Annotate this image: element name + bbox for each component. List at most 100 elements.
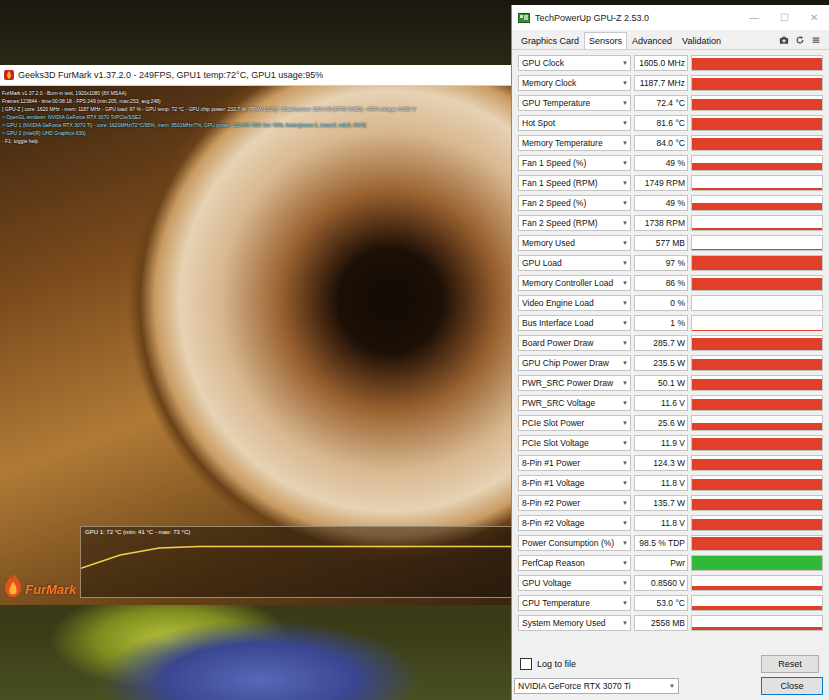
device-dropdown[interactable]: NVIDIA GeForce RTX 3070 Ti ▼ — [514, 678, 679, 694]
camera-icon[interactable] — [779, 35, 789, 45]
sensor-label[interactable]: Hot Spot ▼ — [518, 115, 631, 131]
sensor-label[interactable]: GPU Temperature ▼ — [518, 95, 631, 111]
reset-button[interactable]: Reset — [761, 655, 819, 673]
dropdown-arrow-icon[interactable]: ▼ — [620, 420, 630, 426]
dropdown-arrow-icon[interactable]: ▼ — [620, 620, 630, 626]
gpuz-window[interactable]: TechPowerUp GPU-Z 2.53.0 —☐✕ Graphics Ca… — [511, 5, 829, 700]
sensor-label[interactable]: PerfCap Reason ▼ — [518, 555, 631, 571]
sensor-label[interactable]: CPU Temperature ▼ — [518, 595, 631, 611]
sensor-label[interactable]: Video Engine Load ▼ — [518, 295, 631, 311]
sensor-graph-fill — [692, 399, 822, 410]
menu-icon[interactable] — [811, 35, 821, 45]
sensor-label[interactable]: 8-Pin #2 Voltage ▼ — [518, 515, 631, 531]
sensor-value: 97 % — [634, 255, 688, 271]
sensor-label[interactable]: 8-Pin #1 Voltage ▼ — [518, 475, 631, 491]
dropdown-arrow-icon[interactable]: ▼ — [620, 160, 630, 166]
sensor-label[interactable]: Bus Interface Load ▼ — [518, 315, 631, 331]
sensor-graph-fill — [692, 228, 822, 230]
dropdown-arrow-icon[interactable]: ▼ — [620, 520, 630, 526]
title-bar[interactable]: TechPowerUp GPU-Z 2.53.0 —☐✕ — [512, 5, 829, 30]
dropdown-arrow-icon[interactable]: ▼ — [666, 683, 678, 689]
dropdown-arrow-icon[interactable]: ▼ — [620, 240, 630, 246]
sensor-graph-fill — [692, 330, 822, 331]
sensor-label[interactable]: PCIe Slot Power ▼ — [518, 415, 631, 431]
tab[interactable]: Graphics Card — [516, 32, 584, 49]
dropdown-arrow-icon[interactable]: ▼ — [620, 460, 630, 466]
sensor-label[interactable]: Memory Temperature ▼ — [518, 135, 631, 151]
dropdown-arrow-icon[interactable]: ▼ — [620, 200, 630, 206]
furmark-window[interactable]: Geeks3D FurMark v1.37.2.0 - 249FPS, GPU1… — [0, 65, 512, 605]
window-control-button[interactable]: — — [739, 12, 769, 23]
dropdown-arrow-icon[interactable]: ▼ — [620, 80, 630, 86]
dropdown-arrow-icon[interactable]: ▼ — [620, 580, 630, 586]
sensor-row: 8-Pin #2 Power ▼ 135.7 W — [518, 493, 823, 513]
window-control-button[interactable]: ☐ — [769, 12, 799, 23]
sensor-label[interactable]: GPU Clock ▼ — [518, 55, 631, 71]
log-to-file-checkbox[interactable]: Log to file — [520, 658, 576, 670]
sensor-label[interactable]: PWR_SRC Power Draw ▼ — [518, 375, 631, 391]
sensor-label[interactable]: Memory Controller Load ▼ — [518, 275, 631, 291]
sensor-label[interactable]: Fan 2 Speed (%) ▼ — [518, 195, 631, 211]
dropdown-arrow-icon[interactable]: ▼ — [620, 140, 630, 146]
sensor-label[interactable]: GPU Load ▼ — [518, 255, 631, 271]
tab[interactable]: Validation — [677, 32, 726, 49]
sensor-label[interactable]: Memory Used ▼ — [518, 235, 631, 251]
sensor-row: GPU Temperature ▼ 72.4 °C — [518, 93, 823, 113]
sensor-label[interactable]: Fan 1 Speed (RPM) ▼ — [518, 175, 631, 191]
dropdown-arrow-icon[interactable]: ▼ — [620, 380, 630, 386]
dropdown-arrow-icon[interactable]: ▼ — [620, 180, 630, 186]
sensor-graph — [691, 415, 823, 431]
sensor-row: GPU Load ▼ 97 % — [518, 253, 823, 273]
dropdown-arrow-icon[interactable]: ▼ — [620, 120, 630, 126]
dropdown-arrow-icon[interactable]: ▼ — [620, 100, 630, 106]
dropdown-arrow-icon[interactable]: ▼ — [620, 540, 630, 546]
dropdown-arrow-icon[interactable]: ▼ — [620, 480, 630, 486]
dropdown-arrow-icon[interactable]: ▼ — [620, 220, 630, 226]
sensor-label[interactable]: Power Consumption (%) ▼ — [518, 535, 631, 551]
dropdown-arrow-icon[interactable]: ▼ — [620, 280, 630, 286]
checkbox-box[interactable] — [520, 658, 532, 670]
sensor-label[interactable]: PWR_SRC Voltage ▼ — [518, 395, 631, 411]
sensor-graph — [691, 375, 823, 391]
graph-line — [81, 527, 511, 597]
tab-bar: Graphics CardSensorsAdvancedValidation — [512, 30, 829, 50]
sensor-label[interactable]: System Memory Used ▼ — [518, 615, 631, 631]
dropdown-arrow-icon[interactable]: ▼ — [620, 560, 630, 566]
sensor-label[interactable]: Fan 1 Speed (%) ▼ — [518, 155, 631, 171]
sensor-label[interactable]: GPU Chip Power Draw ▼ — [518, 355, 631, 371]
sensor-label[interactable]: 8-Pin #2 Power ▼ — [518, 495, 631, 511]
sensor-value: 49 % — [634, 195, 688, 211]
tab[interactable]: Advanced — [627, 32, 677, 49]
sensor-label[interactable]: Board Power Draw ▼ — [518, 335, 631, 351]
sensor-label[interactable]: Memory Clock ▼ — [518, 75, 631, 91]
title-bar[interactable]: Geeks3D FurMark v1.37.2.0 - 249FPS, GPU1… — [0, 65, 512, 86]
sensor-label[interactable]: PCIe Slot Voltage ▼ — [518, 435, 631, 451]
dropdown-arrow-icon[interactable]: ▼ — [620, 320, 630, 326]
dropdown-arrow-icon[interactable]: ▼ — [620, 340, 630, 346]
sensor-value: 2558 MB — [634, 615, 688, 631]
sensor-label[interactable]: 8-Pin #1 Power ▼ — [518, 455, 631, 471]
dropdown-arrow-icon[interactable]: ▼ — [620, 360, 630, 366]
osd-line: - F1: toggle help — [2, 138, 512, 145]
sensor-graph — [691, 455, 823, 471]
sensor-graph — [691, 155, 823, 171]
tab[interactable]: Sensors — [584, 32, 627, 49]
sensor-graph-fill — [692, 586, 822, 590]
window-control-button[interactable]: ✕ — [799, 12, 829, 23]
refresh-icon[interactable] — [795, 35, 805, 45]
sensor-graph — [691, 335, 823, 351]
dropdown-arrow-icon[interactable]: ▼ — [620, 260, 630, 266]
dropdown-arrow-icon[interactable]: ▼ — [620, 400, 630, 406]
sensor-row: PerfCap Reason ▼ Pwr — [518, 553, 823, 573]
sensor-label[interactable]: GPU Voltage ▼ — [518, 575, 631, 591]
dropdown-arrow-icon[interactable]: ▼ — [620, 500, 630, 506]
dropdown-arrow-icon[interactable]: ▼ — [620, 600, 630, 606]
close-button[interactable]: Close — [761, 677, 823, 695]
sensor-label[interactable]: Fan 2 Speed (RPM) ▼ — [518, 215, 631, 231]
dropdown-arrow-icon[interactable]: ▼ — [620, 300, 630, 306]
sensor-graph-fill — [692, 99, 822, 110]
sensor-row: GPU Voltage ▼ 0.8560 V — [518, 573, 823, 593]
sensor-graph — [691, 355, 823, 371]
dropdown-arrow-icon[interactable]: ▼ — [620, 60, 630, 66]
dropdown-arrow-icon[interactable]: ▼ — [620, 440, 630, 446]
